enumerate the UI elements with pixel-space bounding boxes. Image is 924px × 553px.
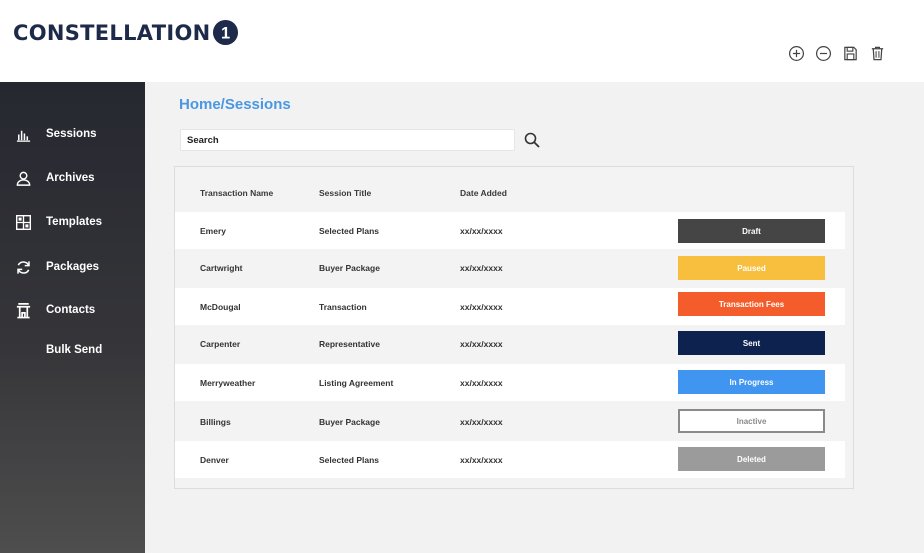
delete-button[interactable]	[867, 44, 887, 62]
breadcrumb[interactable]: Home/Sessions	[179, 96, 291, 113]
status-badge-inactive[interactable]: Inactive	[678, 409, 825, 433]
grid-icon	[14, 213, 32, 231]
sidebar-item-label: Archives	[46, 172, 95, 184]
brand-name: CONSTELLATION	[13, 20, 211, 45]
sidebar-item-packages[interactable]: Packages	[0, 252, 145, 282]
status-badge-deleted[interactable]: Deleted	[678, 447, 825, 471]
session-title-cell: Buyer Package	[319, 262, 380, 273]
session-title-cell: Selected Plans	[319, 225, 380, 236]
date-added-cell: xx/xx/xxxx	[460, 262, 503, 273]
trash-icon	[871, 46, 883, 60]
top-header: CONSTELLATION 1	[0, 0, 924, 82]
constellation-one-logo-icon: 1	[213, 19, 239, 46]
user-icon	[14, 169, 32, 187]
table-row[interactable]: Cartwright Buyer Package xx/xx/xxxx Paus…	[175, 249, 845, 286]
date-added-cell: xx/xx/xxxx	[460, 301, 503, 312]
sidebar-item-label: Sessions	[46, 128, 97, 140]
logo-mark: 1	[221, 24, 230, 42]
main-content: Home/Sessions Transaction Name Session T…	[145, 82, 924, 553]
transaction-name-cell: Billings	[200, 416, 231, 427]
add-button[interactable]	[786, 44, 806, 62]
table-row[interactable]: Denver Selected Plans xx/xx/xxxx Deleted	[175, 441, 845, 478]
status-badge-paused[interactable]: Paused	[678, 256, 825, 280]
sidebar-item-label: Packages	[46, 261, 100, 273]
sidebar-item-bulk-send[interactable]: Bulk Send	[0, 335, 145, 365]
table-row[interactable]: McDougal Transaction xx/xx/xxxx Transact…	[175, 288, 845, 325]
session-title-cell: Listing Agreement	[319, 377, 394, 388]
remove-circle-icon	[815, 45, 831, 61]
sidebar-item-sessions[interactable]: Sessions	[0, 119, 145, 149]
column-header-transaction-name[interactable]: Transaction Name	[200, 188, 273, 198]
building-icon	[14, 301, 32, 319]
column-header-date-added[interactable]: Date Added	[460, 188, 507, 198]
table-row[interactable]: Billings Buyer Package xx/xx/xxxx Inacti…	[175, 403, 845, 440]
sidebar: Sessions Archives Templates Packages Con…	[0, 82, 145, 553]
bar-chart-icon	[14, 125, 32, 143]
sidebar-item-label: Templates	[46, 216, 103, 228]
date-added-cell: xx/xx/xxxx	[460, 225, 503, 236]
table-row[interactable]: Merryweather Listing Agreement xx/xx/xxx…	[175, 364, 845, 401]
transaction-name-cell: Denver	[200, 454, 229, 465]
status-badge-in-progress[interactable]: In Progress	[678, 370, 825, 394]
status-badge-sent[interactable]: Sent	[678, 331, 825, 355]
status-badge-transaction-fees[interactable]: Transaction Fees	[678, 292, 825, 316]
date-added-cell: xx/xx/xxxx	[460, 416, 503, 427]
table-row[interactable]: Carpenter Representative xx/xx/xxxx Sent	[175, 325, 845, 362]
session-title-cell: Representative	[319, 338, 380, 349]
date-added-cell: xx/xx/xxxx	[460, 377, 503, 388]
sessions-table: Transaction Name Session Title Date Adde…	[174, 166, 854, 489]
refresh-icon	[14, 258, 32, 276]
table-row[interactable]: Emery Selected Plans xx/xx/xxxx Draft	[175, 212, 845, 249]
date-added-cell: xx/xx/xxxx	[460, 338, 503, 349]
search-input[interactable]	[180, 129, 515, 151]
column-header-session-title[interactable]: Session Title	[319, 188, 371, 198]
sidebar-item-templates[interactable]: Templates	[0, 207, 145, 237]
toolbar	[786, 44, 887, 62]
sidebar-item-archives[interactable]: Archives	[0, 163, 145, 193]
add-circle-icon	[788, 45, 804, 61]
remove-button[interactable]	[813, 44, 833, 62]
save-button[interactable]	[840, 44, 860, 62]
transaction-name-cell: Carpenter	[200, 338, 241, 349]
transaction-name-cell: McDougal	[200, 301, 241, 312]
session-title-cell: Selected Plans	[319, 454, 380, 465]
sidebar-item-contacts[interactable]: Contacts	[0, 295, 145, 325]
date-added-cell: xx/xx/xxxx	[460, 454, 503, 465]
status-badge-draft[interactable]: Draft	[678, 219, 825, 243]
transaction-name-cell: Merryweather	[200, 377, 256, 388]
save-icon	[843, 46, 857, 60]
session-title-cell: Buyer Package	[319, 416, 380, 427]
session-title-cell: Transaction	[319, 301, 367, 312]
transaction-name-cell: Emery	[200, 225, 226, 236]
sidebar-item-label: Contacts	[46, 304, 96, 316]
brand-logo[interactable]: CONSTELLATION 1	[13, 19, 239, 46]
transaction-name-cell: Cartwright	[200, 262, 243, 273]
search-icon[interactable]	[523, 131, 541, 149]
sidebar-item-label: Bulk Send	[46, 344, 103, 356]
